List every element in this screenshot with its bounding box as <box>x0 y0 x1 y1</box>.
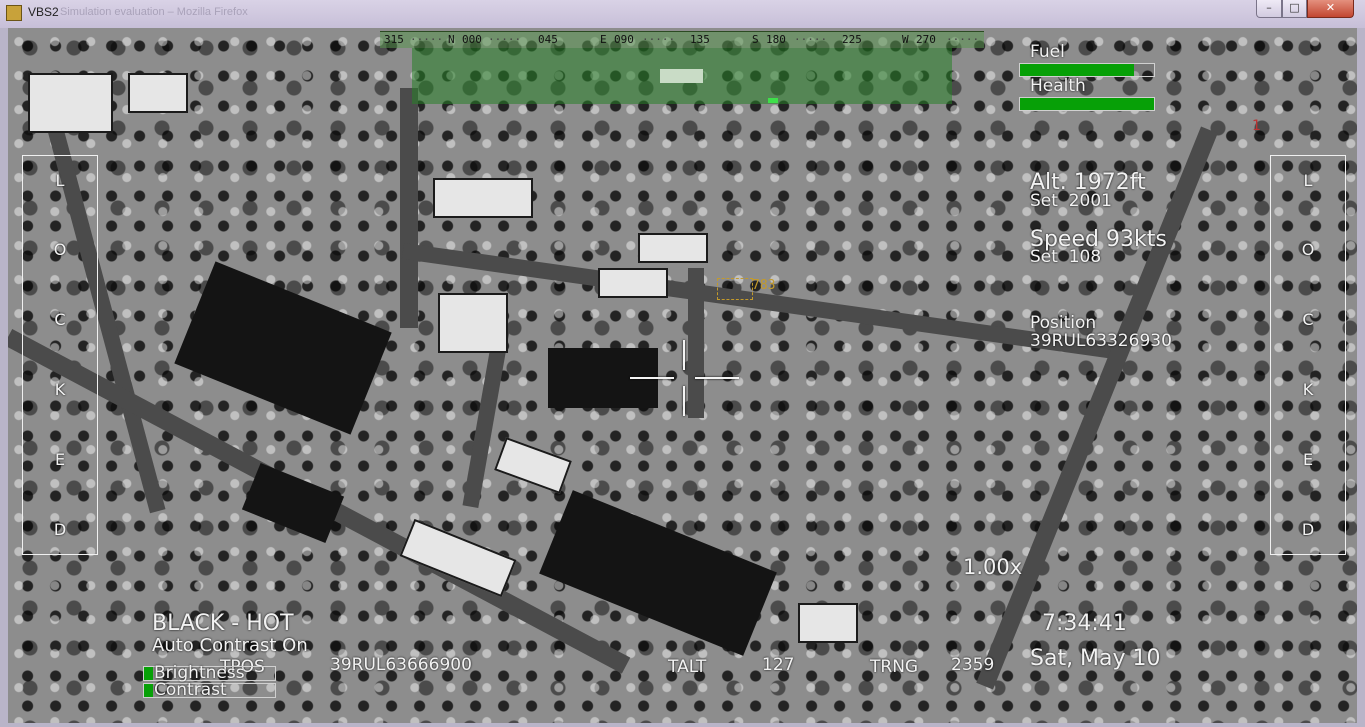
fuel-label: Fuel <box>1030 42 1065 62</box>
lock-letter: D <box>1301 520 1315 539</box>
building <box>174 261 392 435</box>
talt-value: 127 <box>762 655 795 675</box>
lock-indicator-right: L O C K E D <box>1270 155 1346 555</box>
compass-ticks: ····· <box>642 33 676 46</box>
lock-letter: K <box>54 380 66 399</box>
mission-date: Sat, May 10 <box>1030 646 1161 671</box>
position-label: Position <box>1030 313 1097 333</box>
health-bar <box>1019 97 1155 111</box>
lock-letter: L <box>55 171 65 190</box>
lock-letter: C <box>54 310 66 329</box>
lock-letter: O <box>53 240 67 259</box>
speed-set: Set 108 <box>1030 247 1102 267</box>
talt-label: TALT <box>668 657 707 677</box>
building <box>798 603 858 643</box>
building <box>433 178 533 218</box>
compass-label: E <box>600 33 607 46</box>
position-value: 39RUL63326930 <box>1030 331 1172 351</box>
thermal-camera-view[interactable]: 315 ····· N 000 ····· 045 E 090 ····· 13… <box>8 28 1357 723</box>
contrast-slider-fill <box>144 684 154 697</box>
brightness-slider-fill <box>144 667 154 680</box>
fuel-bar-fill <box>1020 64 1134 76</box>
compass-ticks: ····· <box>410 33 444 46</box>
fuel-bar <box>1019 63 1155 77</box>
lock-indicator-left: L O C K E D <box>22 155 98 555</box>
compass-label: S <box>752 33 759 46</box>
terrain-road <box>462 327 510 509</box>
compass-label: 270 <box>916 33 936 46</box>
lock-letter: D <box>53 520 67 539</box>
app-icon <box>6 5 22 21</box>
crosshair-bottom <box>683 386 685 416</box>
compass-ticks: ····· <box>794 33 828 46</box>
building <box>438 293 508 353</box>
minimap-target-marker <box>768 98 778 103</box>
terrain-road <box>400 88 418 328</box>
compass-ticks: ····· <box>488 33 522 46</box>
terrain-road <box>688 268 704 418</box>
trng-value: 2359 <box>951 655 995 675</box>
window-title: VBS2 <box>28 5 59 19</box>
compass-heading-tape: 315 ····· N 000 ····· 045 E 090 ····· 13… <box>380 31 984 48</box>
window-titlebar[interactable]: VBS2 Simulation evaluation – Mozilla Fir… <box>0 0 1365 28</box>
trng-label: TRNG <box>870 657 919 677</box>
building <box>494 437 572 494</box>
warning-count: 1 <box>1252 118 1261 134</box>
mission-time: 7:34:41 <box>1042 611 1127 636</box>
tpos-value: 39RUL63666900 <box>330 655 472 675</box>
auto-contrast-status: Auto Contrast On <box>152 635 308 656</box>
health-label: Health <box>1030 76 1086 96</box>
compass-ticks: ····· <box>946 33 980 46</box>
minimap-vehicle-marker <box>660 69 703 83</box>
altitude-set: Set 2001 <box>1030 191 1112 211</box>
contrast-label: Contrast <box>154 680 227 700</box>
compass-label: W <box>902 33 909 46</box>
lock-letter: E <box>54 450 66 469</box>
building <box>28 73 113 133</box>
close-button[interactable]: ✕ <box>1307 0 1354 18</box>
lock-letter: L <box>1303 171 1313 190</box>
compass-label: 180 <box>766 33 786 46</box>
lock-letter: K <box>1302 380 1314 399</box>
compass-label: 225 <box>842 33 862 46</box>
maximize-button[interactable]: □ <box>1282 0 1307 18</box>
background-window-title: Simulation evaluation – Mozilla Firefox <box>60 6 248 18</box>
lock-letter: O <box>1301 240 1315 259</box>
target-marker-box[interactable] <box>717 278 753 300</box>
zoom-level: 1.00x <box>963 555 1023 579</box>
compass-label: N <box>448 33 455 46</box>
terrain-road <box>401 243 1118 360</box>
minimize-button[interactable]: – <box>1256 0 1282 18</box>
health-bar-fill <box>1020 98 1154 110</box>
crosshair-top <box>683 340 685 370</box>
building <box>128 73 188 113</box>
building <box>241 462 345 544</box>
thermal-mode: BLACK - HOT <box>152 611 294 636</box>
crosshair-right <box>695 377 739 379</box>
target-id: 783 <box>752 278 776 293</box>
compass-label: 315 <box>384 33 404 46</box>
compass-label: 090 <box>614 33 634 46</box>
compass-label: 000 <box>462 33 482 46</box>
compass-label: 045 <box>538 33 558 46</box>
building <box>598 268 668 298</box>
building <box>638 233 708 263</box>
compass-label: 135 <box>690 33 710 46</box>
lock-letter: E <box>1302 450 1314 469</box>
crosshair-left <box>630 377 674 379</box>
lock-letter: C <box>1302 310 1314 329</box>
